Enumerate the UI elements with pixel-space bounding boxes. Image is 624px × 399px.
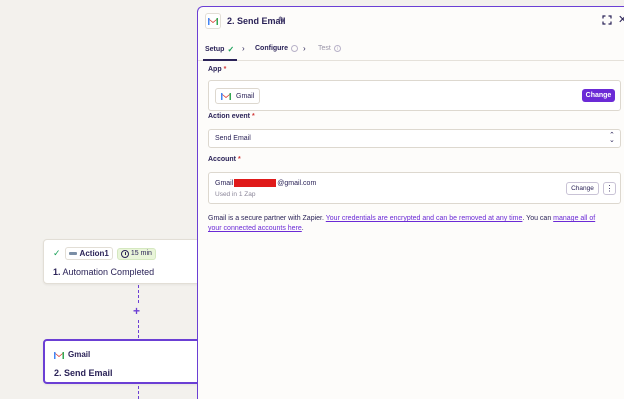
tab-label: Setup bbox=[205, 46, 225, 53]
clock-icon bbox=[120, 249, 129, 258]
note-text: . bbox=[301, 225, 304, 232]
account-field-label: Account * bbox=[208, 156, 241, 163]
connector-line bbox=[138, 320, 139, 338]
label-text: App bbox=[208, 66, 222, 73]
app-pill: Gmail bbox=[215, 88, 261, 104]
step-card-header: Gmail bbox=[54, 350, 90, 359]
step-number: 2. bbox=[54, 368, 62, 378]
tab-label: Configure bbox=[255, 45, 289, 52]
app-name: Gmail bbox=[68, 350, 91, 359]
account-name-suffix: @gmail.com bbox=[277, 179, 317, 187]
change-app-button[interactable]: Change bbox=[582, 89, 615, 102]
app-field: Gmail Change bbox=[208, 80, 621, 111]
app-value: Gmail bbox=[236, 92, 255, 100]
pencil-icon[interactable]: ✎ bbox=[278, 15, 286, 26]
label-text: Action event bbox=[208, 113, 251, 120]
expand-icon[interactable] bbox=[602, 15, 612, 25]
change-account-button[interactable]: Change bbox=[566, 182, 599, 195]
step-title-text: Send Email bbox=[64, 368, 113, 378]
step-card-action1[interactable]: ✓ Action1 15 min 1. Automation Completed bbox=[43, 239, 213, 284]
step-number: 1. bbox=[53, 267, 61, 277]
account-name: Gmail @gmail.com bbox=[215, 179, 316, 187]
redaction-bar bbox=[234, 179, 277, 187]
app-name: Action1 bbox=[79, 249, 109, 258]
step-card-gmail[interactable]: Gmail 2. Send Email bbox=[43, 339, 213, 384]
label-text: Account bbox=[208, 156, 236, 163]
chevron-right-icon: › bbox=[303, 44, 306, 53]
account-field: Gmail @gmail.com Used in 1 Zap Change ⋮ bbox=[208, 172, 621, 204]
step-title: 1. Automation Completed bbox=[53, 267, 154, 277]
connector-line bbox=[138, 285, 139, 303]
step-title-text: Automation Completed bbox=[62, 267, 155, 277]
panel-header: 2. Send Email ✎ ✕ bbox=[198, 7, 624, 35]
step-title: 2. Send Email bbox=[54, 368, 113, 378]
account-name-prefix: Gmail bbox=[215, 179, 234, 187]
step-tabs: Setup ✓ › Configure › Test i bbox=[198, 37, 624, 61]
close-icon[interactable]: ✕ bbox=[618, 13, 624, 26]
check-icon: ✓ bbox=[227, 45, 235, 54]
tab-test[interactable]: Test i bbox=[318, 45, 341, 52]
pending-circle-icon bbox=[291, 45, 299, 52]
gmail-logo-icon bbox=[221, 92, 231, 100]
security-note: Gmail is a secure partner with Zapier. Y… bbox=[208, 214, 608, 234]
action-event-label: Action event * bbox=[208, 113, 255, 120]
step-editor-panel: 2. Send Email ✎ ✕ Setup ✓ › Configure › … bbox=[197, 6, 624, 399]
note-text: Gmail is a secure partner with Zapier. bbox=[208, 215, 326, 222]
app-chip: Action1 bbox=[64, 247, 113, 260]
check-icon: ✓ bbox=[53, 248, 61, 258]
gmail-logo-icon bbox=[54, 351, 64, 359]
step-card-header: ✓ Action1 15 min bbox=[53, 247, 156, 260]
active-tab-indicator bbox=[203, 59, 237, 61]
app-field-label: App * bbox=[208, 66, 226, 73]
timer-label: 15 min bbox=[130, 250, 152, 257]
action1-logo-icon bbox=[68, 252, 77, 255]
tab-configure[interactable]: Configure bbox=[255, 45, 299, 52]
account-usage: Used in 1 Zap bbox=[215, 191, 256, 198]
required-asterisk: * bbox=[223, 66, 227, 73]
info-icon: i bbox=[333, 45, 341, 52]
action-event-select[interactable]: Send Email ⌃ ⌄ bbox=[208, 129, 621, 148]
connector-line bbox=[138, 386, 139, 399]
tab-label: Test bbox=[318, 45, 331, 52]
gmail-logo-icon bbox=[205, 13, 221, 29]
note-text: . You can bbox=[522, 215, 554, 222]
add-step-button[interactable]: + bbox=[133, 305, 140, 317]
select-arrows-icon: ⌃ ⌄ bbox=[609, 132, 615, 144]
timer-badge: 15 min bbox=[116, 247, 156, 260]
action-event-value: Send Email bbox=[215, 135, 251, 142]
required-asterisk: * bbox=[251, 113, 255, 120]
more-options-icon[interactable]: ⋮ bbox=[603, 182, 616, 195]
credentials-link[interactable]: Your credentials are encrypted and can b… bbox=[326, 215, 523, 222]
panel-title[interactable]: 2. Send Email bbox=[227, 16, 286, 26]
required-asterisk: * bbox=[237, 156, 241, 163]
chevron-right-icon: › bbox=[242, 44, 245, 53]
tab-setup[interactable]: Setup ✓ bbox=[205, 45, 234, 54]
